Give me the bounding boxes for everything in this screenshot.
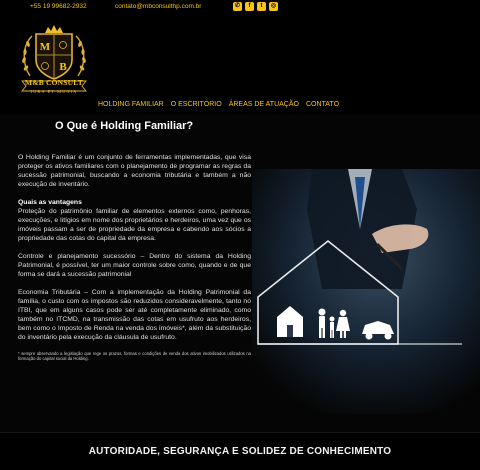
- advantages-heading: Quais as vantagens: [18, 198, 82, 206]
- slogan-text: AUTORIDADE, SEGURANÇA E SOLIDEZ DE CONHE…: [88, 446, 392, 457]
- social-links: ✆ f t ◎: [233, 2, 278, 11]
- family-protection-image: [252, 169, 480, 414]
- nav-contato[interactable]: CONTATO: [306, 101, 339, 108]
- instagram-icon[interactable]: ◎: [269, 2, 278, 11]
- crest-logo-icon[interactable]: M B: [14, 24, 94, 110]
- nav-areas-de-atuacao[interactable]: ÁREAS DE ATUAÇÃO: [229, 101, 299, 108]
- article-body: O Holding Familiar é um conjunto de ferr…: [18, 153, 251, 369]
- logo-name: M&B CONSULT: [25, 78, 83, 87]
- advantage-succession: Controle e planejamento sucessório – Den…: [18, 252, 251, 279]
- page-title: O Que é Holding Familiar?: [55, 120, 194, 132]
- email-link[interactable]: contato@mbconsulthp.com.br: [115, 3, 201, 10]
- advantage-tax: Economia Tributária – Com a implementaçã…: [18, 288, 251, 342]
- facebook-icon[interactable]: f: [245, 2, 254, 11]
- footnote: * sempre observando a legislação que reg…: [18, 350, 251, 361]
- twitter-icon[interactable]: t: [257, 2, 266, 11]
- phone-number[interactable]: +55 19 99682-2932: [30, 3, 87, 10]
- advantage-protection: Proteção do patrimônio familiar de eleme…: [18, 207, 251, 243]
- nav-holding-familiar[interactable]: HOLDING FAMILIAR: [98, 101, 164, 108]
- main-nav: HOLDING FAMILIAR O ESCRITÓRIO ÁREAS DE A…: [98, 101, 339, 108]
- intro-paragraph: O Holding Familiar é um conjunto de ferr…: [18, 154, 251, 189]
- nav-o-escritorio[interactable]: O ESCRITÓRIO: [171, 101, 222, 108]
- top-contact-bar: +55 19 99682-2932 contato@mbconsulthp.co…: [0, 0, 480, 14]
- site-header: M B M&B CONSULT IURA ET MUNIA HOLDING FA…: [0, 14, 480, 114]
- holding-section: O Que é Holding Familiar? O Holding Fami…: [0, 114, 480, 432]
- whatsapp-icon[interactable]: ✆: [233, 2, 242, 11]
- logo-tagline: IURA ET MUNIA: [30, 89, 78, 94]
- slogan-band: AUTORIDADE, SEGURANÇA E SOLIDEZ DE CONHE…: [0, 432, 480, 470]
- monogram-m: M: [40, 41, 51, 53]
- monogram-b: B: [59, 61, 67, 73]
